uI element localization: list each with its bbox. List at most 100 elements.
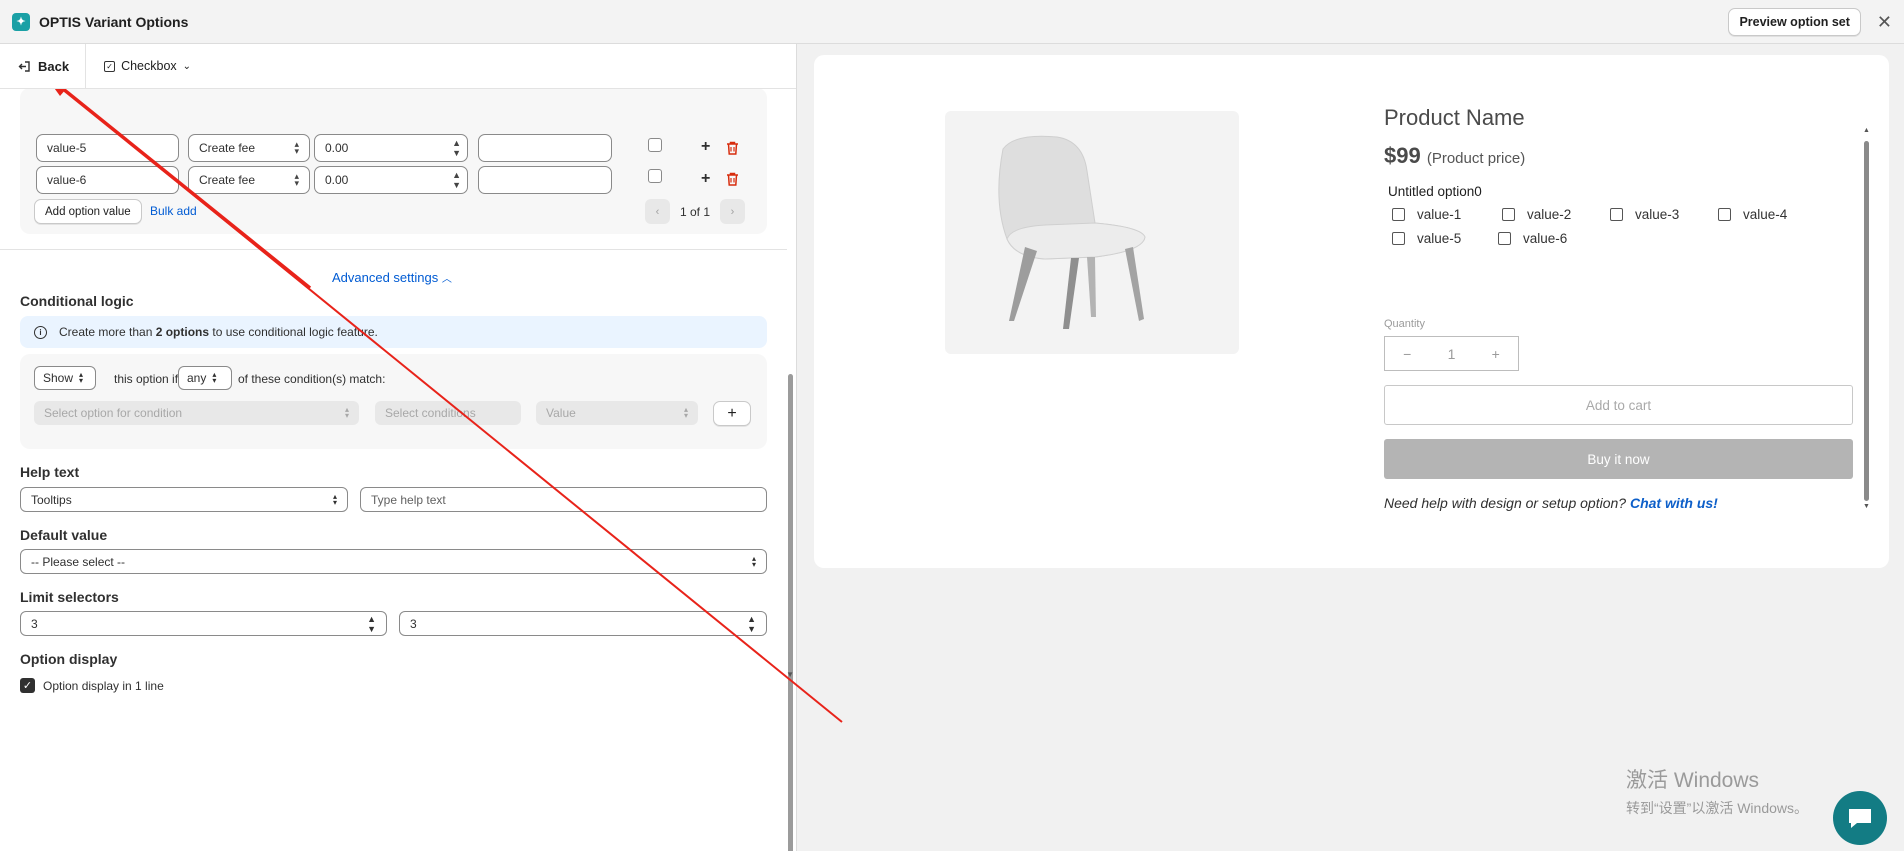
limit-min-value: 3 — [31, 616, 38, 631]
banner-text-prefix: Create more than — [59, 325, 156, 339]
checkbox-box[interactable] — [1718, 208, 1731, 221]
chat-widget-button[interactable] — [1833, 791, 1887, 845]
option-type-dropdown[interactable]: ✓ Checkbox ⌄ — [104, 59, 191, 73]
default-value-select[interactable]: -- Please select -- ▴ ▾ — [20, 549, 767, 574]
any-all-select[interactable]: any ▴ ▾ — [178, 366, 232, 390]
fee-type-select[interactable]: Create fee ▴ ▾ — [188, 134, 310, 162]
conditional-logic-title: Conditional logic — [20, 293, 134, 309]
select-arrows-icon: ▴ ▾ — [751, 553, 756, 569]
limit-min-input[interactable]: 3 ▲ ▼ — [20, 611, 387, 636]
select-arrows-icon: ▴ ▾ — [294, 139, 299, 156]
product-name: Product Name — [1384, 105, 1525, 130]
number-stepper-icon[interactable]: ▲ ▼ — [452, 138, 461, 158]
chat-bubble-icon — [1849, 809, 1871, 828]
preview-scrollbar-thumb[interactable] — [1864, 141, 1869, 501]
condition-value-select[interactable]: Value ▴ ▾ — [536, 401, 698, 425]
help-text-type-select[interactable]: Tooltips ▴ ▾ — [20, 487, 348, 512]
preview-checkbox-value-5[interactable]: value-5 — [1392, 231, 1461, 246]
advanced-settings-label: Advanced settings — [332, 270, 439, 285]
price-input[interactable]: 0.00 ▲ ▼ — [314, 134, 468, 162]
condition-option-select[interactable]: Select option for condition ▴ ▾ — [34, 401, 359, 425]
close-icon[interactable]: ✕ — [1877, 13, 1892, 31]
option-type-label: Checkbox — [121, 59, 177, 73]
help-line: Need help with design or setup option? C… — [1384, 495, 1718, 511]
value-input[interactable]: value-6 — [36, 166, 179, 194]
preview-scrollbar[interactable]: ▲ ▼ — [1862, 127, 1871, 512]
option-display-label: Option display in 1 line — [43, 679, 164, 693]
value-input[interactable]: value-5 — [36, 134, 179, 162]
product-price: $99 (Product price) — [1384, 143, 1525, 169]
delete-trash-icon[interactable] — [726, 172, 739, 186]
checkbox-box[interactable] — [1498, 232, 1511, 245]
checkbox-label: value-3 — [1635, 207, 1680, 222]
show-hide-select[interactable]: Show ▴ ▾ — [34, 366, 96, 390]
number-stepper-icon[interactable]: ▲ ▼ — [747, 614, 756, 634]
quantity-plus-button[interactable]: + — [1492, 346, 1500, 362]
watermark-line-2: 转到“设置”以激活 Windows。 — [1626, 800, 1809, 816]
default-checkbox[interactable] — [648, 138, 662, 152]
condition-builder-card: Show ▴ ▾ this option if any ▴ ▾ of these c… — [20, 354, 767, 449]
preview-option-name: Untitled option0 — [1388, 184, 1482, 199]
app-title: OPTIS Variant Options — [39, 13, 189, 30]
add-option-value-button[interactable]: Add option value — [34, 199, 142, 224]
price-value: 0.00 — [325, 141, 349, 155]
next-page-button[interactable]: › — [720, 199, 745, 224]
scroll-down-arrow-icon[interactable]: ▼ — [1863, 503, 1870, 510]
default-value-text: -- Please select -- — [31, 554, 126, 569]
info-icon: i — [34, 325, 47, 339]
product-image — [945, 111, 1239, 354]
option-display-checkbox[interactable]: ✓ — [20, 678, 35, 693]
add-row-plus-icon[interactable]: + — [701, 170, 710, 188]
checkbox-box[interactable] — [1610, 208, 1623, 221]
scroll-up-arrow-icon[interactable]: ▲ — [1863, 127, 1870, 134]
product-preview-card: Product Name $99 (Product price) Untitle… — [814, 55, 1889, 568]
help-text-input[interactable]: Type help text — [360, 487, 767, 512]
help-text-title: Help text — [20, 464, 80, 480]
checkbox-box[interactable] — [1502, 208, 1515, 221]
scroll-down-arrow-icon[interactable]: ▼ — [786, 670, 794, 679]
chat-with-us-link[interactable]: Chat with us! — [1630, 495, 1718, 511]
checkbox-box[interactable] — [1392, 208, 1405, 221]
limit-max-value: 3 — [410, 616, 417, 631]
add-row-plus-icon[interactable]: + — [701, 138, 710, 156]
back-button[interactable]: Back — [0, 44, 87, 89]
advanced-settings-toggle[interactable]: Advanced settings ︿ — [332, 270, 452, 285]
add-to-cart-button[interactable]: Add to cart — [1384, 385, 1853, 425]
checkbox-label: value-1 — [1417, 207, 1462, 222]
quantity-stepper: − 1 + — [1384, 336, 1519, 371]
preview-option-set-button[interactable]: Preview option set — [1728, 7, 1861, 36]
checkbox-box[interactable] — [1392, 232, 1405, 245]
fee-type-select[interactable]: Create fee ▴ ▾ — [188, 166, 310, 194]
default-checkbox[interactable] — [648, 169, 662, 183]
preview-checkbox-value-1[interactable]: value-1 — [1392, 207, 1461, 222]
prev-page-button[interactable]: ‹ — [644, 199, 670, 224]
value-text-input[interactable] — [478, 134, 612, 162]
limit-max-input[interactable]: 3 ▲ ▼ — [399, 611, 767, 636]
delete-trash-icon[interactable] — [726, 141, 739, 155]
info-banner: i Create more than 2 options to use cond… — [20, 316, 767, 348]
preview-checkbox-value-6[interactable]: value-6 — [1498, 231, 1567, 246]
number-stepper-icon[interactable]: ▲ ▼ — [367, 614, 376, 634]
select-arrows-icon: ▴ ▾ — [294, 171, 299, 188]
add-condition-button[interactable]: + — [713, 401, 751, 426]
conditions-placeholder: Select conditions — [385, 406, 476, 420]
chevron-up-icon: ︿ — [441, 274, 452, 285]
select-arrows-icon: ▴ ▾ — [332, 491, 337, 507]
watermark-line-1: 激活 Windows — [1626, 769, 1760, 792]
price-input[interactable]: 0.00 ▲ ▼ — [314, 166, 468, 194]
option-values-card: value-5 Create fee ▴ ▾ 0.00 ▲ ▼ + value-6 … — [20, 88, 767, 234]
value-text-input[interactable] — [478, 166, 612, 194]
checkbox-label: value-2 — [1527, 207, 1572, 222]
condition-type-select[interactable]: Select conditions — [375, 401, 521, 425]
number-stepper-icon[interactable]: ▲ ▼ — [452, 170, 461, 190]
bulk-add-link[interactable]: Bulk add — [150, 204, 197, 218]
panel-scrollbar-thumb[interactable] — [788, 374, 793, 851]
preview-checkbox-value-2[interactable]: value-2 — [1502, 207, 1571, 222]
quantity-value[interactable]: 1 — [1448, 346, 1456, 362]
checkbox-type-icon: ✓ — [104, 60, 116, 72]
buy-it-now-button[interactable]: Buy it now — [1384, 439, 1853, 479]
preview-checkbox-value-4[interactable]: value-4 — [1718, 207, 1787, 222]
help-text-type-value: Tooltips — [31, 492, 72, 507]
preview-checkbox-value-3[interactable]: value-3 — [1610, 207, 1679, 222]
quantity-minus-button[interactable]: − — [1403, 346, 1411, 362]
